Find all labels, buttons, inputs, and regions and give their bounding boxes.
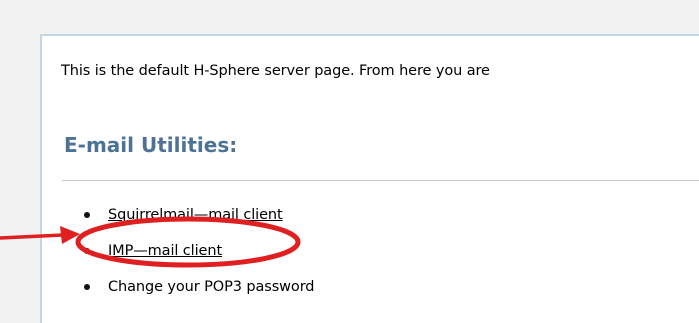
squirrelmail-link[interactable]: Squirrelmail—mail client: [108, 207, 283, 223]
list-item: IMP—mail client: [66, 233, 314, 269]
bullet-icon: [84, 248, 90, 254]
imp-link[interactable]: IMP—mail client: [108, 243, 222, 259]
section-divider: [62, 180, 699, 181]
intro-text: This is the default H-Sphere server page…: [61, 63, 490, 79]
list-item: Squirrelmail—mail client: [66, 197, 314, 233]
bullet-icon: [84, 284, 90, 290]
email-utilities-heading: E-mail Utilities:: [64, 133, 238, 157]
change-pop3-password-link[interactable]: Change your POP3 password: [108, 279, 315, 295]
email-links-list: Squirrelmail—mail client IMP—mail client…: [66, 197, 315, 305]
list-item: Change your POP3 password: [66, 269, 315, 305]
bullet-icon: [84, 212, 90, 218]
